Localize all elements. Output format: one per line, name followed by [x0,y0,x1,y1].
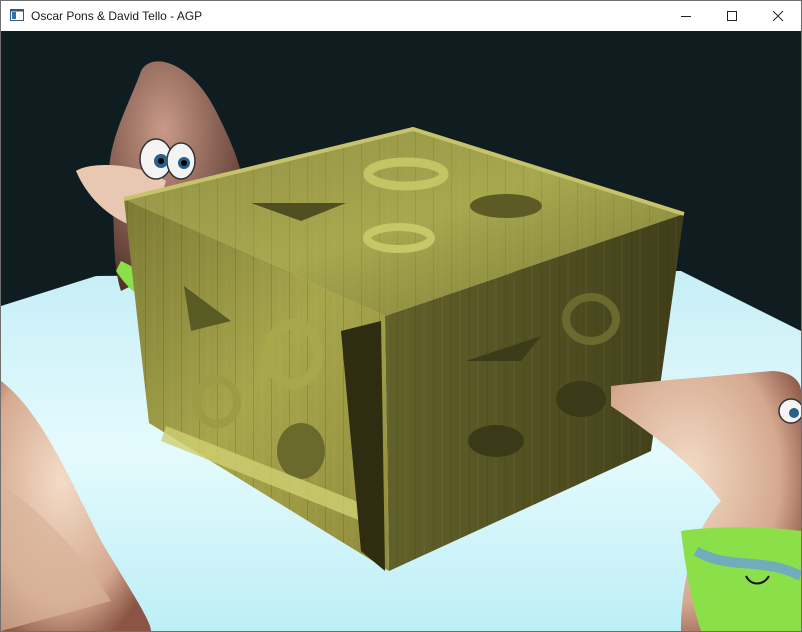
maximize-icon [727,11,737,21]
close-icon [772,10,784,22]
3d-scene [1,31,801,631]
app-window: Oscar Pons & David Tello - AGP [0,0,802,632]
render-viewport[interactable] [1,31,801,631]
title-bar[interactable]: Oscar Pons & David Tello - AGP [1,1,801,31]
maximize-button[interactable] [709,1,755,31]
close-button[interactable] [755,1,801,31]
application-window-icon [10,9,24,21]
minimize-button[interactable] [663,1,709,31]
window-title: Oscar Pons & David Tello - AGP [31,9,203,23]
minimize-icon [681,16,691,17]
